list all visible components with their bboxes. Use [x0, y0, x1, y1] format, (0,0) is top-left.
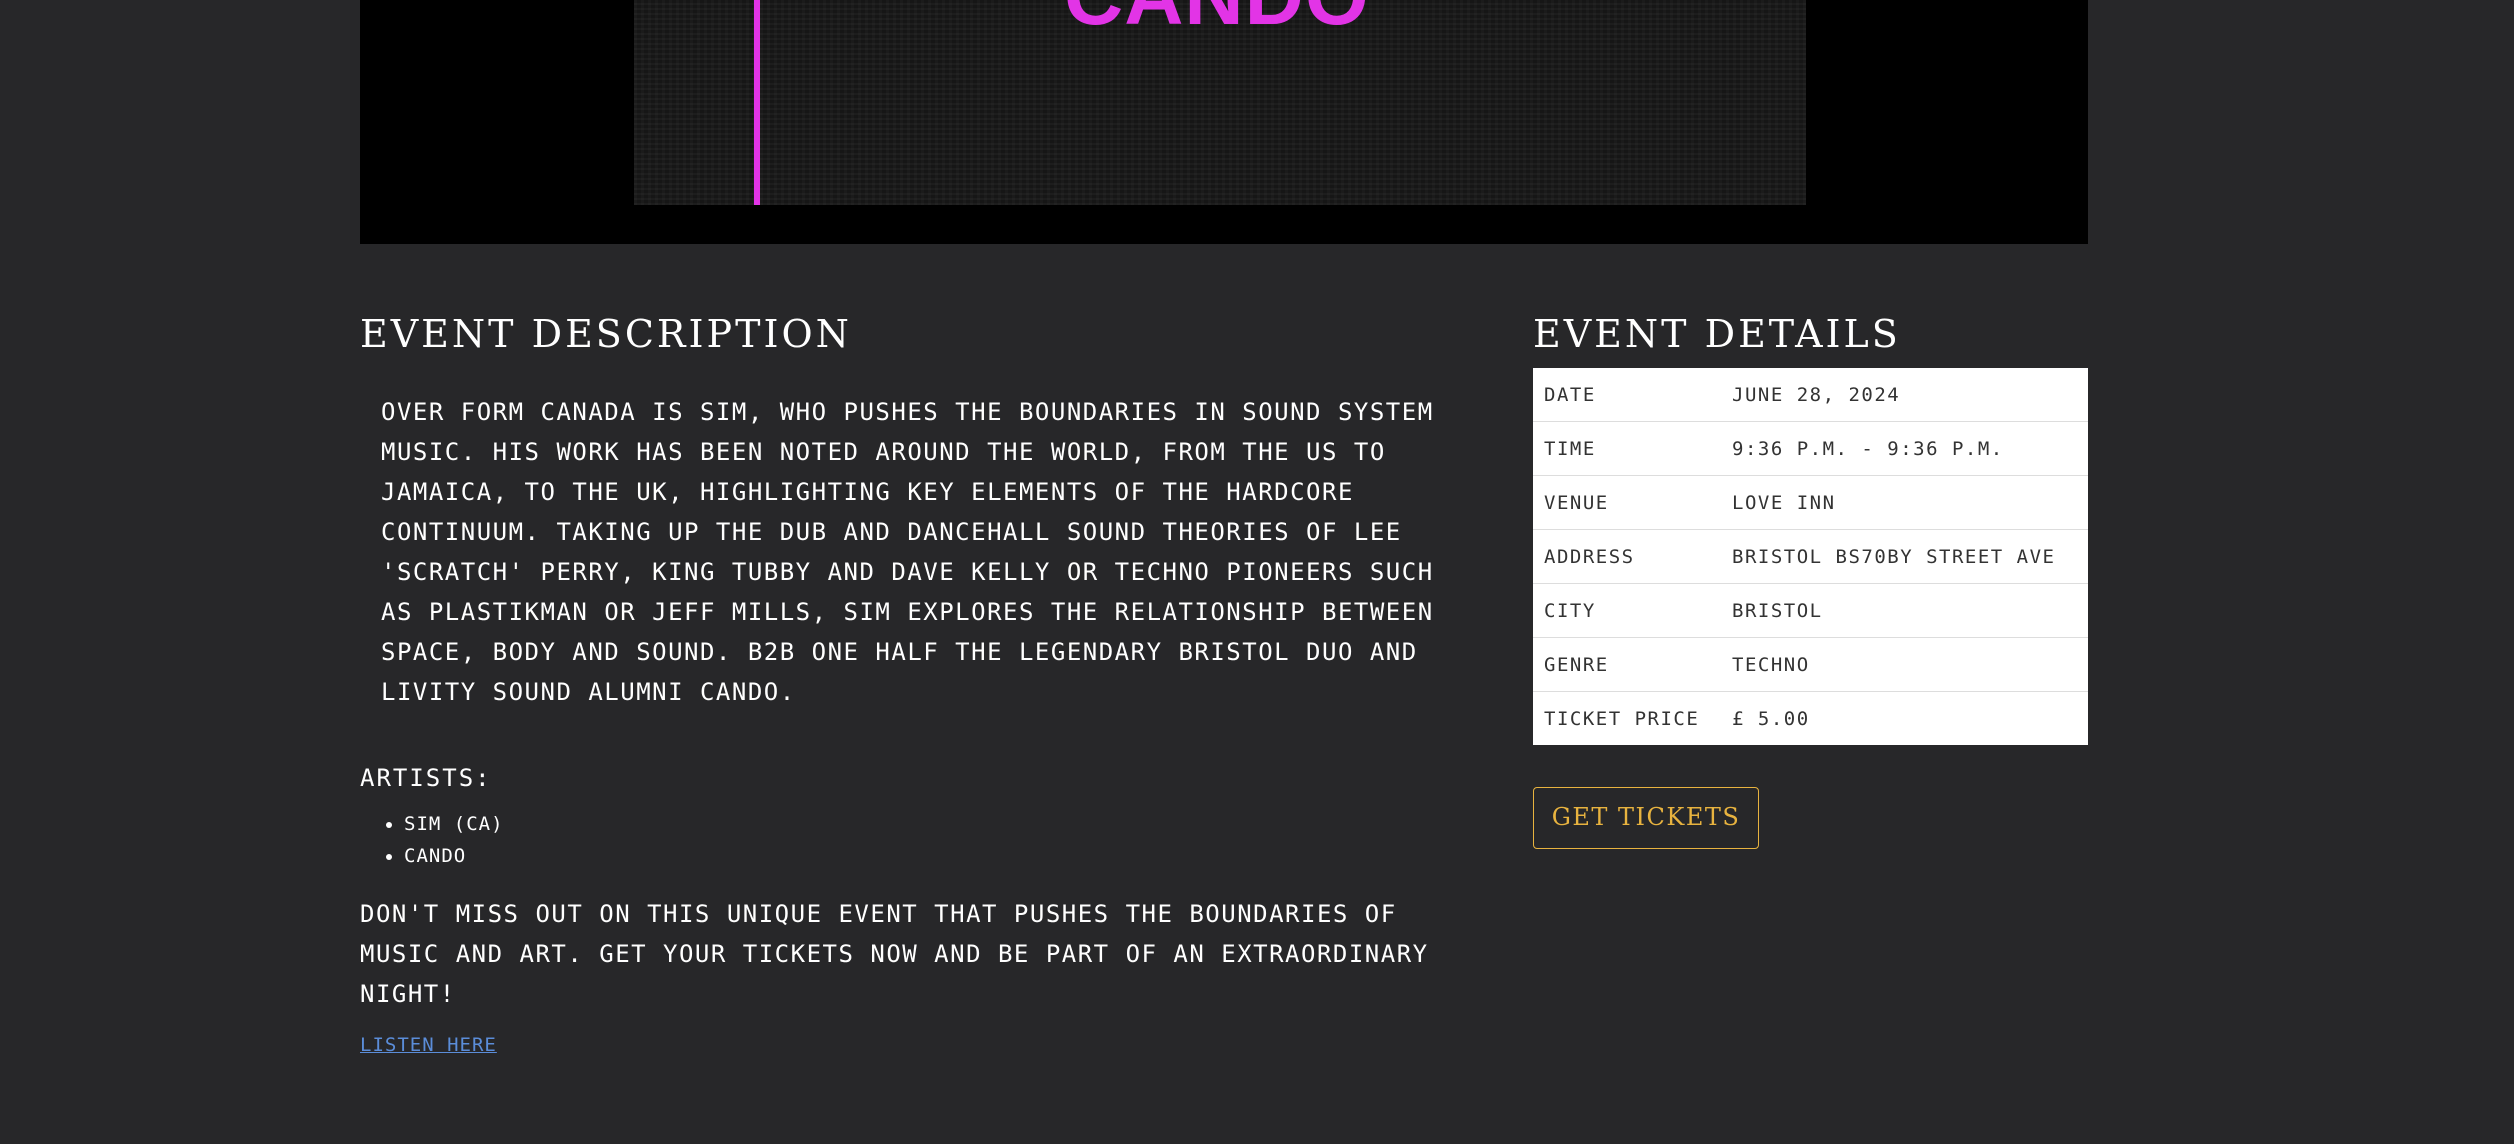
details-value: JUNE 28, 2024 — [1732, 383, 1901, 406]
event-description-title: EVENT DESCRIPTION — [360, 312, 852, 356]
artist-item: SIM (CA) — [404, 808, 1460, 840]
event-description-section: EVENT DESCRIPTION OVER FORM CANADA IS SI… — [360, 300, 1460, 1056]
details-row-date: DATE JUNE 28, 2024 — [1533, 368, 2088, 422]
details-label: VENUE — [1533, 475, 1721, 530]
details-row-venue: VENUE LOVE INN — [1533, 475, 2088, 530]
details-value: BRISTOL BS70BY STREET AVE — [1721, 529, 2088, 584]
artists-heading: ARTISTS: — [360, 764, 492, 792]
closing-text: DON'T MISS OUT ON THIS UNIQUE EVENT THAT… — [360, 900, 1429, 1008]
event-details-table: DATE JUNE 28, 2024 TIME 9:36 P.M. - 9:36… — [1533, 368, 2088, 745]
details-value: LOVE INN — [1721, 475, 2088, 530]
details-label: ADDRESS — [1533, 529, 1721, 584]
details-row-time: TIME 9:36 P.M. - 9:36 P.M. — [1533, 421, 2088, 476]
listen-here-link[interactable]: LISTEN HERE — [360, 1034, 497, 1056]
details-value: 9:36 P.M. - 9:36 P.M. — [1721, 421, 2088, 476]
details-label: TIME — [1533, 421, 1721, 476]
event-details-title: EVENT DETAILS — [1533, 312, 1901, 356]
event-details-section: EVENT DETAILS DATE JUNE 28, 2024 TIME 9:… — [1533, 300, 2088, 849]
details-label: TICKET PRICE — [1533, 691, 1721, 745]
details-label: CITY — [1533, 583, 1721, 638]
details-row-genre: GENRE TECHNO — [1533, 637, 2088, 692]
banner-stripe — [754, 0, 760, 205]
details-row-city: CITY BRISTOL — [1533, 583, 2088, 638]
details-label: DATE — [1544, 383, 1596, 406]
details-label: GENRE — [1533, 637, 1721, 692]
event-description-text: OVER FORM CANADA IS SIM, WHO PUSHES THE … — [381, 398, 1434, 706]
event-page: CANDO EVENT DESCRIPTION OVER FORM CANADA… — [0, 0, 2514, 1144]
details-value: £ 5.00 — [1721, 691, 2088, 745]
get-tickets-button[interactable]: GET TICKETS — [1533, 787, 1759, 849]
details-value: TECHNO — [1721, 637, 2088, 692]
banner-artwork: CANDO — [634, 0, 1806, 205]
details-row-ticket-price: TICKET PRICE £ 5.00 — [1533, 691, 2088, 745]
banner-title: CANDO — [1064, 0, 1370, 38]
details-value: BRISTOL — [1721, 583, 2088, 638]
artist-list: SIM (CA) CANDO — [360, 808, 1460, 872]
details-row-address: ADDRESS BRISTOL BS70BY STREET AVE — [1533, 529, 2088, 584]
artist-item: CANDO — [404, 840, 1460, 872]
event-banner: CANDO — [360, 0, 2088, 244]
